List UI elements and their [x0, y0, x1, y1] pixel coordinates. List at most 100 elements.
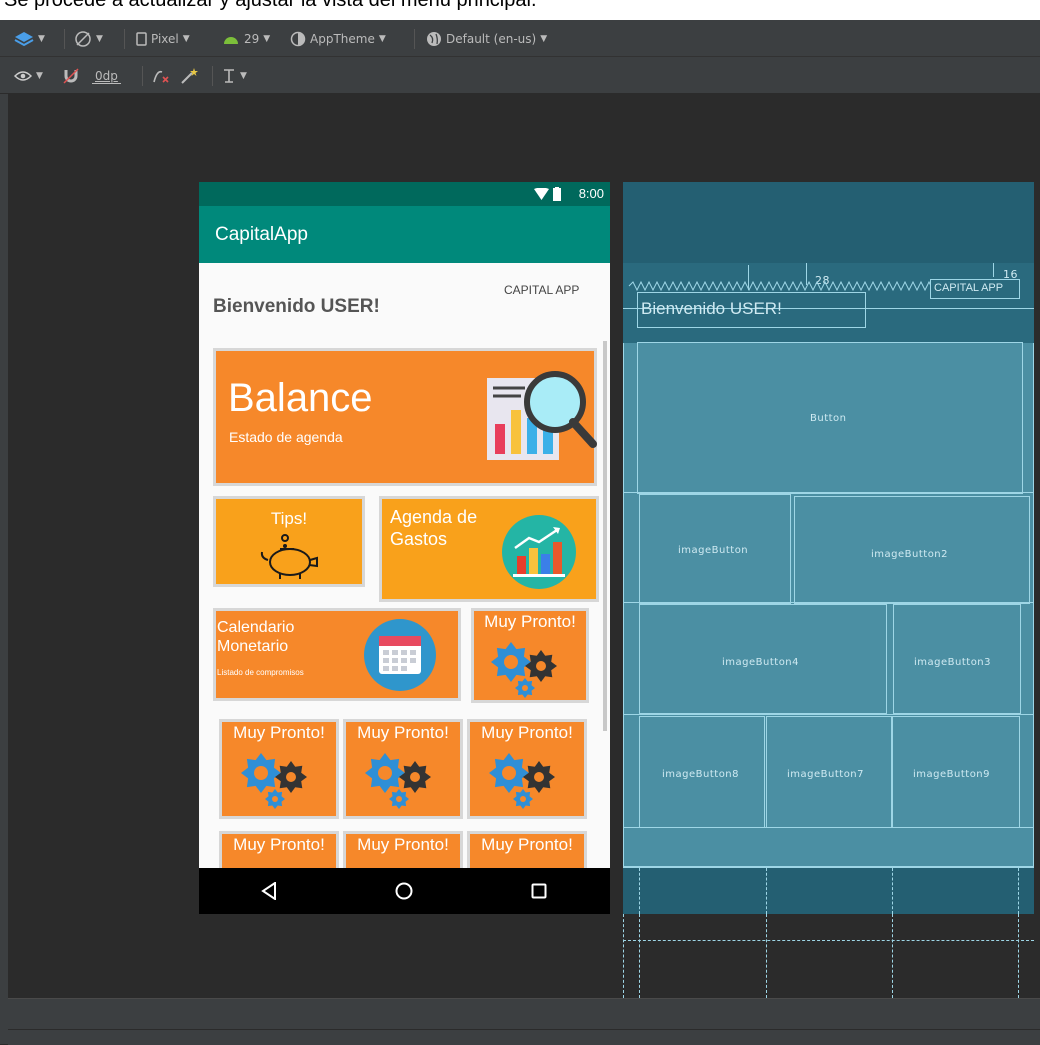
battery-icon — [553, 187, 561, 201]
caption-strip: Se procede a actualizar y ajustar la vis… — [0, 0, 1040, 20]
navigation-bar — [199, 868, 610, 914]
blueprint-imagebutton9-label: imageButton9 — [913, 769, 991, 780]
guidelines-dropdown[interactable]: ▼ — [222, 67, 247, 85]
blueprint-dim-16: 16 — [1003, 268, 1018, 281]
pronto-label: Muy Pronto! — [233, 723, 325, 742]
piggy-bank-icon — [260, 534, 318, 579]
blueprint-brand-label: CAPITAL APP — [934, 282, 1004, 294]
pronto-button-10[interactable]: Muy Pronto! — [219, 831, 339, 868]
blueprint-button-label: Button — [810, 413, 847, 424]
pronto-button-11[interactable]: Muy Pronto! — [343, 831, 463, 868]
pronto-button-7[interactable]: Muy Pronto! — [343, 719, 463, 819]
blueprint-imagebutton3-label: imageButton3 — [914, 657, 992, 668]
eye-icon — [14, 71, 32, 81]
agenda-button[interactable]: Agenda de Gastos — [379, 496, 599, 602]
wifi-icon — [534, 188, 549, 200]
blueprint-button[interactable]: Button — [637, 342, 1023, 494]
home-icon[interactable] — [395, 882, 413, 900]
pronto-button-8[interactable]: Muy Pronto! — [219, 719, 339, 819]
phone-design-view[interactable]: 8:00 CapitalApp Bienvenido USER! CAPITAL… — [199, 182, 610, 914]
pronto-button-9[interactable]: Muy Pronto! — [467, 719, 587, 819]
gears-icon — [489, 753, 555, 809]
balance-title: Balance — [228, 376, 373, 420]
autoconnect-toggle[interactable] — [62, 67, 80, 85]
device-icon — [136, 32, 147, 46]
pronto-button-12[interactable]: Muy Pronto! — [467, 831, 587, 868]
blueprint-brand-box[interactable]: CAPITAL APP — [930, 279, 1020, 299]
blueprint-view[interactable]: Bienvenido USER! CAPITAL APP 28 16 Butto… — [623, 182, 1034, 914]
device-label: Pixel — [151, 32, 179, 46]
pronto-label: Muy Pronto! — [484, 612, 576, 631]
blueprint-welcome-box[interactable]: Bienvenido USER! — [637, 292, 866, 328]
android-icon — [224, 37, 238, 44]
blueprint-appbar-area — [623, 182, 1034, 263]
blueprint-imagebutton[interactable]: imageButton — [639, 494, 791, 604]
magnet-off-icon — [63, 68, 79, 84]
calendario-title: Calendario Monetario — [217, 619, 295, 655]
api-label: 29 — [244, 32, 260, 46]
agenda-title: Agenda de Gastos — [390, 507, 478, 549]
default-margin-button[interactable]: 0dp — [92, 67, 121, 85]
blueprint-imagebutton4[interactable]: imageButton4 — [639, 604, 887, 714]
blueprint-imagebutton2[interactable]: imageButton2 — [794, 496, 1030, 604]
blueprint-spring-left — [628, 280, 930, 292]
blueprint-imagebutton7-label: imageButton7 — [787, 769, 865, 780]
back-icon[interactable] — [261, 882, 277, 900]
locale-label: Default (en-us) — [446, 32, 537, 46]
app-title: CapitalApp — [215, 224, 308, 245]
orientation-dropdown[interactable]: ▼ — [74, 30, 103, 48]
blueprint-imagebutton7[interactable]: imageButton7 — [766, 716, 892, 828]
blueprint-imagebutton9[interactable]: imageButton9 — [892, 716, 1020, 828]
blueprint-navbar-area — [623, 868, 1034, 914]
app-bar: CapitalApp — [199, 206, 610, 263]
welcome-text: Bienvenido USER! — [213, 296, 380, 317]
pronto-button-3[interactable]: Muy Pronto! — [471, 608, 589, 703]
recents-icon[interactable] — [531, 883, 547, 899]
device-dropdown[interactable]: Pixel ▼ — [136, 30, 190, 48]
theme-dropdown[interactable]: AppTheme ▼ — [290, 30, 386, 48]
growth-chart-icon — [502, 515, 576, 589]
blueprint-imagebutton-label: imageButton — [678, 545, 749, 556]
view-options-dropdown[interactable]: ▼ — [14, 67, 43, 85]
blueprint-imagebutton3[interactable]: imageButton3 — [893, 604, 1021, 714]
gears-icon — [365, 753, 431, 809]
guide-line — [1018, 914, 1019, 998]
tips-button[interactable]: Tips! — [213, 496, 365, 587]
globe-icon — [427, 32, 441, 46]
design-toolbar: ▼ ▼ Pixel ▼ 29 ▼ AppTheme ▼ Default (en-… — [0, 20, 1040, 57]
layers-dropdown[interactable]: ▼ — [14, 30, 45, 48]
calendario-subtitle: Listado de compromisos — [217, 668, 304, 677]
gears-icon — [491, 642, 557, 698]
theme-label: AppTheme — [310, 32, 375, 46]
blueprint-imagebutton4-label: imageButton4 — [722, 657, 800, 668]
main-content: Bienvenido USER! CAPITAL APP Balance Est… — [199, 263, 610, 868]
pronto-label: Muy Pronto! — [481, 835, 573, 854]
api-dropdown[interactable]: 29 ▼ — [222, 30, 270, 48]
pronto-label: Muy Pronto! — [357, 835, 449, 854]
locale-dropdown[interactable]: Default (en-us) ▼ — [426, 30, 547, 48]
clear-constraints-icon — [153, 70, 169, 83]
layout-toolbar: ▼ 0dp ▼ — [0, 57, 1040, 94]
guide-line — [639, 914, 640, 998]
magnifier-chart-icon — [487, 371, 597, 460]
bottom-panel — [8, 998, 1040, 1029]
pronto-label: Muy Pronto! — [357, 723, 449, 742]
gears-icon — [241, 753, 307, 809]
tips-title: Tips! — [270, 509, 308, 528]
blueprint-imagebutton2-label: imageButton2 — [871, 549, 949, 560]
balance-button[interactable]: Balance Estado de agenda — [213, 348, 597, 486]
rotate-icon — [75, 31, 91, 47]
calendario-button[interactable]: Calendario Monetario Listado de compromi… — [213, 608, 461, 701]
scrollbar[interactable] — [603, 341, 607, 731]
balance-subtitle: Estado de agenda — [229, 429, 343, 445]
clear-constraints-button[interactable] — [152, 67, 170, 85]
infer-constraints-button[interactable] — [180, 67, 198, 85]
blueprint-imagebutton8[interactable]: imageButton8 — [639, 716, 765, 828]
guide-line — [892, 914, 893, 998]
status-bar: 8:00 — [199, 182, 610, 206]
pronto-label: Muy Pronto! — [481, 723, 573, 742]
status-time: 8:00 — [578, 186, 604, 201]
text-baseline-icon — [224, 69, 234, 83]
status-strip — [8, 1029, 1040, 1045]
guide-line — [623, 940, 1034, 941]
